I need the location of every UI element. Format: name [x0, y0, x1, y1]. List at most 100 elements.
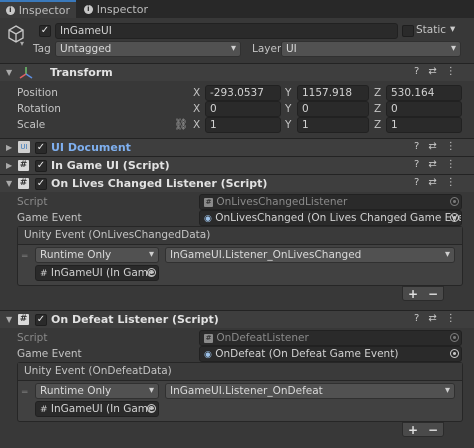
help-icon[interactable]: ?	[414, 313, 419, 324]
transform-header[interactable]: ▼ Transform ? ⇄ ⋮	[0, 63, 474, 81]
object-picker-icon[interactable]	[147, 404, 156, 413]
scale-z-field[interactable]: 1	[386, 117, 462, 133]
foldout-arrow-icon[interactable]: ▼	[6, 179, 12, 188]
lives-runtime-dropdown[interactable]: Runtime Only	[35, 247, 159, 263]
position-y-field[interactable]: 1157.918	[297, 85, 369, 101]
lives-listener-title: On Lives Changed Listener (Script)	[51, 177, 268, 190]
foldout-arrow-icon[interactable]: ▶	[6, 143, 12, 152]
position-z-field[interactable]: 530.164	[386, 85, 462, 101]
menu-icon[interactable]: ⋮	[446, 313, 456, 324]
defeat-function-dropdown[interactable]: InGameUI.Listener_OnDefeat	[165, 383, 455, 399]
scale-z-label: Z	[374, 119, 382, 131]
transform-axes-icon	[19, 66, 33, 80]
object-picker-icon[interactable]	[147, 268, 156, 277]
drag-handle-icon[interactable]: ═	[22, 388, 28, 398]
lives-listener-enabled-checkbox[interactable]: ✓	[35, 178, 47, 190]
preset-icon[interactable]: ⇄	[428, 66, 436, 77]
defeat-target-field[interactable]: # InGameUI (In Game U	[35, 401, 159, 417]
menu-icon[interactable]: ⋮	[446, 177, 456, 188]
static-label: Static	[416, 24, 447, 36]
tag-dropdown[interactable]: Untagged	[55, 41, 241, 57]
help-icon[interactable]: ?	[414, 66, 419, 77]
lives-event-field[interactable]: ◉ OnLivesChanged (On Lives Changed Game …	[199, 210, 462, 226]
lives-plus-minus: + −	[402, 286, 444, 301]
help-icon[interactable]: ?	[414, 177, 419, 188]
add-listener-button[interactable]: +	[408, 423, 418, 437]
foldout-arrow-icon[interactable]: ▼	[6, 315, 12, 324]
menu-icon[interactable]: ⋮	[446, 141, 456, 152]
scale-x-label: X	[193, 119, 201, 131]
defeat-event-label: Game Event	[17, 348, 82, 360]
ui-document-enabled-checkbox[interactable]: ✓	[35, 142, 47, 154]
script-icon: #	[40, 269, 48, 279]
static-checkbox[interactable]	[402, 25, 414, 37]
defeat-unity-event-label: Unity Event (OnDefeatData)	[24, 365, 172, 377]
position-x-field[interactable]: -293.0537	[205, 85, 281, 101]
transform-title: Transform	[50, 66, 113, 79]
lives-unity-event-label: Unity Event (OnLivesChangedData)	[24, 229, 211, 241]
defeat-listener-header[interactable]: ▼ # ✓ On Defeat Listener (Script) ? ⇄ ⋮	[0, 310, 474, 328]
in-game-ui-header[interactable]: ▶ # ✓ In Game UI (Script) ? ⇄ ⋮	[0, 156, 474, 174]
remove-listener-button[interactable]: −	[428, 423, 438, 437]
foldout-arrow-icon[interactable]: ▶	[6, 161, 12, 170]
tag-label: Tag	[33, 43, 51, 55]
defeat-listener-enabled-checkbox[interactable]: ✓	[35, 314, 47, 326]
lives-target-field[interactable]: # InGameUI (In Game U	[35, 265, 159, 281]
ui-document-header[interactable]: ▶ UI ✓ UI Document ? ⇄ ⋮	[0, 138, 474, 156]
lives-function-dropdown[interactable]: InGameUI.Listener_OnLivesChanged	[165, 247, 455, 263]
cube-dropdown-icon[interactable]: ▾	[20, 39, 24, 48]
ui-document-title: UI Document	[51, 141, 131, 154]
scriptable-object-icon: ◉	[204, 214, 212, 224]
add-listener-button[interactable]: +	[408, 287, 418, 301]
tab-inspector-2[interactable]: i Inspector	[78, 0, 154, 18]
script-icon: #	[18, 160, 29, 171]
object-picker-icon	[450, 333, 459, 342]
preset-icon[interactable]: ⇄	[428, 177, 436, 188]
menu-icon[interactable]: ⋮	[446, 66, 456, 77]
defeat-script-field: # OnDefeatListener	[199, 330, 462, 346]
foldout-arrow-icon[interactable]: ▼	[6, 68, 12, 77]
preset-icon[interactable]: ⇄	[428, 141, 436, 152]
rotation-x-field[interactable]: 0	[205, 101, 281, 117]
scale-label: Scale	[17, 119, 46, 131]
info-icon: i	[6, 5, 15, 15]
menu-icon[interactable]: ⋮	[446, 159, 456, 170]
rotation-z-field[interactable]: 0	[386, 101, 462, 117]
preset-icon[interactable]: ⇄	[428, 313, 436, 324]
defeat-plus-minus: + −	[402, 422, 444, 437]
script-icon: #	[18, 314, 29, 325]
lives-unity-event-box: Unity Event (OnLivesChangedData) ═ Runti…	[17, 226, 463, 286]
scale-x-field[interactable]: 1	[205, 117, 281, 133]
ui-document-icon: UI	[18, 141, 30, 153]
static-dropdown-icon[interactable]: ▾	[450, 23, 455, 35]
help-icon[interactable]: ?	[414, 159, 419, 170]
position-x-label: X	[193, 87, 201, 99]
lives-script-label: Script	[17, 196, 48, 208]
help-icon[interactable]: ?	[414, 141, 419, 152]
defeat-event-field[interactable]: ◉ OnDefeat (On Defeat Game Event)	[199, 346, 462, 362]
in-game-ui-title: In Game UI (Script)	[51, 159, 170, 172]
gameobject-name-input[interactable]: InGameUI	[55, 23, 398, 39]
defeat-unity-event-box: Unity Event (OnDefeatData) ═ Runtime Onl…	[17, 362, 463, 422]
lives-script-field: # OnLivesChangedListener	[199, 194, 462, 210]
active-checkbox[interactable]: ✓	[39, 25, 51, 37]
defeat-runtime-dropdown[interactable]: Runtime Only	[35, 383, 159, 399]
layer-label: Layer	[252, 43, 282, 55]
preset-icon[interactable]: ⇄	[428, 159, 436, 170]
rotation-y-field[interactable]: 0	[297, 101, 369, 117]
rotation-x-label: X	[193, 103, 201, 115]
lives-unity-event-header: Unity Event (OnLivesChangedData)	[18, 227, 462, 245]
defeat-listener-title: On Defeat Listener (Script)	[51, 313, 219, 326]
layer-dropdown[interactable]: UI	[281, 41, 461, 57]
tab-inspector-1[interactable]: i Inspector	[0, 0, 76, 18]
remove-listener-button[interactable]: −	[428, 287, 438, 301]
object-picker-icon	[450, 197, 459, 206]
drag-handle-icon[interactable]: ═	[22, 252, 28, 262]
scale-y-field[interactable]: 1	[297, 117, 369, 133]
lives-listener-header[interactable]: ▼ # ✓ On Lives Changed Listener (Script)…	[0, 174, 474, 192]
object-picker-icon[interactable]	[450, 349, 459, 358]
in-game-ui-enabled-checkbox[interactable]: ✓	[35, 160, 47, 172]
position-y-label: Y	[285, 87, 292, 99]
link-icon[interactable]: ⛓	[174, 118, 188, 131]
object-picker-icon[interactable]	[450, 213, 459, 222]
